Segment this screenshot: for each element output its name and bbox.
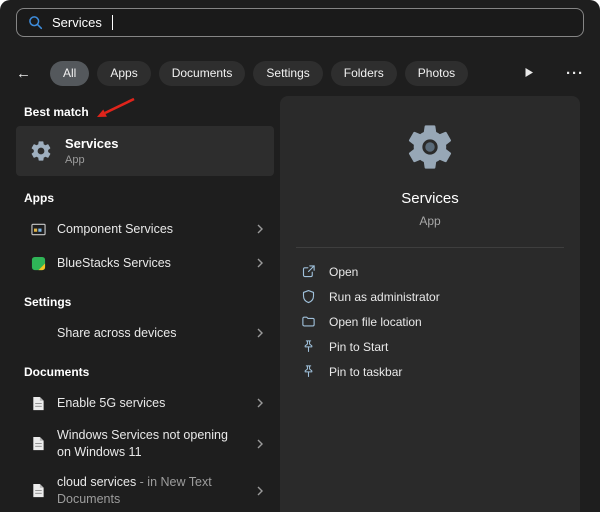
result-item-label: Enable 5G services — [57, 395, 245, 412]
result-item-share-across-devices[interactable]: Share across devices — [16, 316, 274, 350]
result-item-component-services[interactable]: Component Services — [16, 212, 274, 246]
chevron-right-icon — [256, 327, 264, 339]
result-item-label: Component Services — [57, 221, 245, 238]
result-item-bluestacks-services[interactable]: BlueStacks Services — [16, 246, 274, 280]
section-heading-settings: Settings — [24, 295, 274, 309]
best-match-item[interactable]: Services App — [16, 126, 274, 176]
preview-title: Services — [401, 190, 459, 207]
filter-bar: ← All Apps Documents Settings Folders Ph… — [16, 59, 584, 87]
bluestacks-icon — [30, 255, 46, 271]
pin-icon — [301, 364, 316, 379]
best-match-subtitle: App — [65, 154, 119, 166]
chevron-right-icon — [256, 397, 264, 409]
action-label: Pin to taskbar — [329, 365, 402, 379]
result-item-label: cloud services - in New Text Documents — [57, 474, 245, 508]
results-list: Best match Services App Apps Component S… — [16, 96, 274, 512]
result-item-label: BlueStacks Services — [57, 255, 245, 272]
action-label: Open file location — [329, 315, 422, 329]
document-icon — [30, 483, 46, 499]
folder-icon — [301, 314, 316, 329]
best-match-text: Services App — [65, 136, 119, 166]
gear-icon — [29, 139, 53, 163]
action-label: Run as administrator — [329, 290, 440, 304]
chevron-right-icon — [256, 438, 264, 450]
tab-settings[interactable]: Settings — [253, 61, 322, 86]
preview-panel: Services App Open Run as administrator — [280, 96, 580, 512]
preview-subtitle: App — [419, 214, 440, 228]
open-icon — [301, 264, 316, 279]
component-services-icon — [30, 221, 46, 237]
search-icon — [28, 15, 43, 30]
result-item-windows-services-not-opening[interactable]: Windows Services not opening on Windows … — [16, 420, 274, 467]
tab-documents[interactable]: Documents — [159, 61, 246, 86]
result-item-label: Windows Services not opening on Windows … — [57, 427, 245, 461]
search-flyout: Services ← All Apps Documents Settings F… — [0, 0, 600, 512]
tab-photos[interactable]: Photos — [405, 61, 468, 86]
back-arrow-icon[interactable]: ← — [16, 65, 42, 82]
search-input[interactable]: Services — [16, 8, 584, 37]
action-pin-to-start[interactable]: Pin to Start — [280, 334, 580, 359]
document-icon — [30, 436, 46, 452]
pin-icon — [301, 339, 316, 354]
action-open-file-location[interactable]: Open file location — [280, 309, 580, 334]
text-cursor — [112, 15, 113, 30]
action-open[interactable]: Open — [280, 259, 580, 284]
settings-result-icon — [30, 325, 46, 341]
chevron-right-icon — [256, 257, 264, 269]
play-icon[interactable] — [524, 66, 534, 81]
section-heading-best-match: Best match — [24, 105, 274, 119]
chevron-right-icon — [256, 485, 264, 497]
tab-all[interactable]: All — [50, 61, 89, 86]
action-pin-to-taskbar[interactable]: Pin to taskbar — [280, 359, 580, 384]
search-query: Services — [52, 15, 102, 30]
tab-apps[interactable]: Apps — [97, 61, 150, 86]
gear-icon — [403, 120, 457, 174]
ellipsis-icon[interactable]: ··· — [566, 65, 584, 82]
preview-header: Services App — [280, 96, 580, 228]
action-run-as-administrator[interactable]: Run as administrator — [280, 284, 580, 309]
chevron-right-icon — [256, 223, 264, 235]
document-icon — [30, 395, 46, 411]
result-item-cloud-services[interactable]: cloud services - in New Text Documents — [16, 467, 274, 512]
section-heading-apps: Apps — [24, 191, 274, 205]
divider — [296, 247, 564, 248]
tab-folders[interactable]: Folders — [331, 61, 397, 86]
result-item-enable-5g-services[interactable]: Enable 5G services — [16, 386, 274, 420]
action-label: Open — [329, 265, 358, 279]
action-label: Pin to Start — [329, 340, 388, 354]
best-match-title: Services — [65, 136, 119, 151]
section-heading-documents: Documents — [24, 365, 274, 379]
result-item-label: Share across devices — [57, 325, 245, 342]
shield-icon — [301, 289, 316, 304]
